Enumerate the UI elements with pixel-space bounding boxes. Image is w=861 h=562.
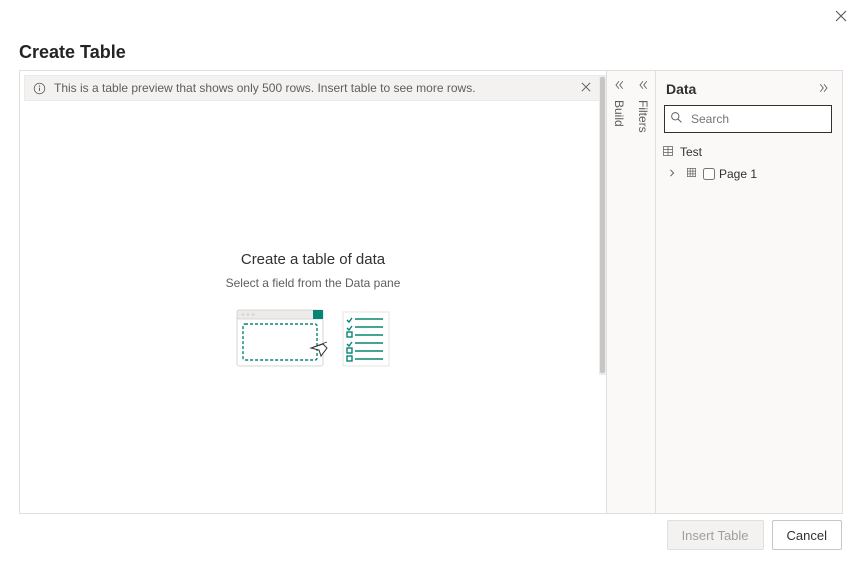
search-box: [664, 105, 832, 133]
dialog-body: This is a table preview that shows only …: [19, 70, 843, 514]
empty-state-title: Create a table of data: [20, 251, 606, 268]
dialog-close-button[interactable]: [831, 6, 851, 26]
info-close-button[interactable]: [579, 79, 593, 97]
search-icon: [670, 111, 683, 127]
empty-state: Create a table of data Select a field fr…: [20, 251, 606, 373]
field-label: Page 1: [719, 167, 757, 181]
chevron-right-double-icon: [818, 82, 830, 94]
data-pane: Data Test: [656, 71, 842, 513]
table-node[interactable]: Test: [662, 141, 834, 163]
data-pane-title: Data: [666, 81, 696, 97]
info-bar: This is a table preview that shows only …: [24, 75, 602, 101]
chevron-right-icon[interactable]: [668, 169, 682, 180]
table-icon: [662, 145, 674, 160]
table-name: Test: [680, 145, 702, 159]
build-pane-label: Build: [612, 100, 626, 127]
filters-pane-label: Filters: [636, 100, 650, 133]
data-pane-header: Data: [662, 79, 834, 105]
collapsed-panes: Build Filters: [607, 71, 656, 513]
build-pane-tab[interactable]: Build: [607, 71, 631, 513]
insert-table-button[interactable]: Insert Table: [667, 520, 764, 550]
dialog-title: Create Table: [19, 42, 126, 63]
field-node[interactable]: Page 1: [662, 163, 834, 185]
field-tree: Test Page 1: [662, 141, 834, 185]
chevron-left-double-icon: [637, 79, 649, 94]
info-message: This is a table preview that shows only …: [54, 81, 476, 95]
close-icon: [835, 10, 847, 22]
empty-state-subtitle: Select a field from the Data pane: [20, 276, 606, 290]
chevron-left-double-icon: [613, 79, 625, 94]
cancel-button[interactable]: Cancel: [772, 520, 842, 550]
empty-state-illustration: [233, 306, 393, 373]
info-icon: [33, 82, 46, 95]
dialog-footer: Insert Table Cancel: [667, 520, 842, 550]
hierarchy-icon: [686, 167, 697, 181]
field-checkbox[interactable]: [703, 168, 715, 180]
close-icon: [581, 82, 591, 92]
collapse-pane-button[interactable]: [818, 82, 830, 97]
search-input[interactable]: [664, 105, 832, 133]
filters-pane-tab[interactable]: Filters: [631, 71, 655, 513]
preview-area: This is a table preview that shows only …: [20, 71, 607, 513]
